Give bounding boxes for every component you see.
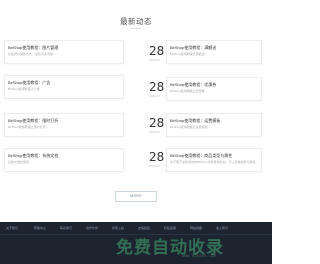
news-date: 28 2020-07 [149,81,164,98]
news-title[interactable]: BirShop使用教程：图片管理 [8,45,58,51]
news-date: 28 2020-07 [149,151,164,168]
news-date-day: 28 [149,150,165,164]
watermark-url: www.xxxxxx.com [182,253,216,258]
news-desc: 系统文档的使用... [8,160,32,164]
news-desc: 在使用以前的方式，会有许多问题... [8,52,56,56]
news-date: 28 2020-07 [149,45,164,62]
news-desc: BirShop使用教程之满额送... [170,52,208,56]
news-desc: BirShop使用教程之限时打折... [8,125,49,129]
footer-link[interactable]: 网站地图 [190,226,202,230]
footer-link[interactable]: 联系我们 [60,226,72,230]
news-card[interactable]: BirShop使用教程：优惠券 BirShop使用教程之优惠券... [166,77,262,101]
footer-link[interactable]: 加入我们 [216,226,228,230]
news-date-month: 2020-07 [149,164,161,168]
news-title[interactable]: BirShop使用教程：运费模板 [170,118,220,124]
news-title[interactable]: BirShop使用教程：广告 [8,80,50,86]
footer-link[interactable]: 关于我们 [6,226,18,230]
news-card[interactable]: BirShop使用教程：满额送 BirShop使用教程之满额送... [166,40,262,64]
news-card[interactable]: BirShop使用教程：限时打折 BirShop使用教程之限时打折... [4,113,124,137]
news-date-day: 28 [149,116,165,130]
news-card[interactable]: BirShop使用教程：运费模板 BirShop使用教程之运费模板... [166,113,262,137]
footer-link[interactable]: 隐私政策 [164,226,176,230]
news-desc: 关于属于最新发布的BirShop当前使用状态，可入系统类型与属性... [170,160,259,164]
news-desc: BirShop使用教程之优惠券... [170,89,208,93]
news-date-month: 2020-07 [149,94,161,98]
news-date-month: 2020-07 [149,130,161,134]
news-date-month: 2020-07 [149,58,161,62]
footer-link[interactable]: 商家入驻 [112,226,124,230]
news-desc: BirShop使用教程之运费模板... [170,125,211,129]
news-date-day: 28 [149,44,165,58]
section-title: 最新动态 [120,17,152,26]
title-underline [131,28,141,29]
news-date-day: 28 [149,80,165,94]
news-title[interactable]: BirShop使用教程：满额送 [170,45,216,51]
news-card[interactable]: BirShop使用教程：图片管理 在使用以前的方式，会有许多问题... [4,40,124,64]
news-desc: BirShop使用教程之广告... [8,87,43,91]
footer-link[interactable]: 友情链接 [138,226,150,230]
news-title[interactable]: BirShop使用教程：系统文档 [8,153,58,159]
news-card[interactable]: BirShop使用教程：广告 BirShop使用教程之广告... [4,75,124,99]
news-title[interactable]: BirShop使用教程：限时打折 [8,118,58,124]
news-card[interactable]: BirShop使用教程：商品类型与属性 关于属于最新发布的BirShop当前使用… [166,148,262,172]
news-title[interactable]: BirShop使用教程：商品类型与属性 [170,153,232,159]
news-date: 28 2020-07 [149,117,164,134]
footer-link[interactable]: 帮助中心 [34,226,46,230]
more-button[interactable]: MORE [115,191,157,202]
news-title[interactable]: BirShop使用教程：优惠券 [170,82,216,88]
news-card[interactable]: BirShop使用教程：系统文档 系统文档的使用... [4,148,124,172]
footer-link[interactable]: 合作伙伴 [86,226,98,230]
